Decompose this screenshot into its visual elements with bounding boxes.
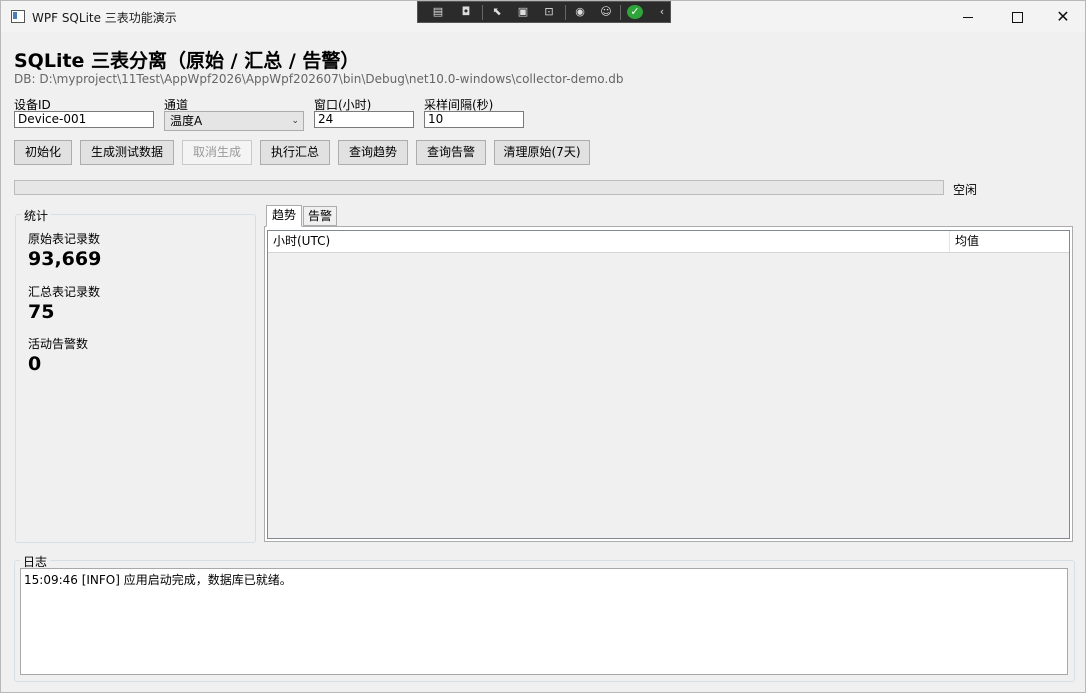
sample-interval-input[interactable]: 10 [424,111,524,128]
select-element-icon[interactable]: ⬉ [489,5,505,19]
query-trend-button[interactable]: 查询趋势 [338,140,408,165]
title-bar[interactable]: WPF SQLite 三表功能演示 ▤ ◘ ⬉ ▣ ⊡ ◉ ☺ ✓ ‹ ✕ [1,1,1085,32]
wpf-debug-toolbar: ▤ ◘ ⬉ ▣ ⊡ ◉ ☺ ✓ ‹ [417,1,671,23]
summary-count-value: 75 [28,301,55,323]
ok-check-icon[interactable]: ✓ [627,5,643,19]
maximize-icon [1011,12,1023,23]
accessibility-icon[interactable]: ☺ [598,5,614,19]
live-visual-tree-icon[interactable]: ▤ [430,5,446,19]
raw-count-label: 原始表记录数 [28,232,101,246]
raw-count-value: 93,669 [28,248,102,270]
channel-select[interactable]: 温度A ⌄ [164,111,304,131]
toolbar-separator [482,5,483,20]
summary-count-label: 汇总表记录数 [28,285,101,299]
maximize-button[interactable] [994,1,1040,32]
tab-trend[interactable]: 趋势 [266,205,302,227]
query-alarm-button[interactable]: 查询告警 [416,140,486,165]
toolbar-separator [565,5,566,20]
main-window: WPF SQLite 三表功能演示 ▤ ◘ ⬉ ▣ ⊡ ◉ ☺ ✓ ‹ ✕ SQ… [0,0,1086,693]
trend-data-grid[interactable]: 小时(UTC) 均值 [267,230,1070,539]
grid-header: 小时(UTC) 均值 [268,231,1069,253]
close-button[interactable]: ✕ [1040,1,1086,32]
close-icon: ✕ [1056,7,1070,26]
purge-raw-button[interactable]: 清理原始(7天) [494,140,590,165]
cancel-generate-button[interactable]: 取消生成 [182,140,252,165]
hot-reload-icon[interactable]: ◉ [572,5,588,19]
status-text: 空闲 [953,183,978,197]
generate-test-data-button[interactable]: 生成测试数据 [80,140,174,165]
alarm-count-label: 活动告警数 [28,337,89,351]
display-layout-adorners-icon[interactable]: ▣ [515,5,531,19]
window-title: WPF SQLite 三表功能演示 [32,11,177,25]
progress-bar [14,180,944,195]
track-focus-icon[interactable]: ⊡ [541,5,557,19]
camera-icon[interactable]: ◘ [458,5,474,19]
app-icon [11,10,25,23]
window-hours-input[interactable]: 24 [314,111,414,128]
trend-tab-panel: 小时(UTC) 均值 [264,226,1073,542]
page-title: SQLite 三表分离（原始 / 汇总 / 告警） [14,50,360,72]
chevron-down-icon: ⌄ [291,116,299,126]
toolbar-separator [620,5,621,20]
run-aggregate-button[interactable]: 执行汇总 [260,140,330,165]
column-header-hour[interactable]: 小时(UTC) [268,231,950,252]
alarm-count-value: 0 [28,353,42,375]
init-button[interactable]: 初始化 [14,140,72,165]
log-line: 15:09:46 [INFO] 应用启动完成，数据库已就绪。 [24,573,292,587]
minimize-icon [963,17,973,18]
log-textbox[interactable]: 15:09:46 [INFO] 应用启动完成，数据库已就绪。 [20,568,1068,675]
channel-select-value: 温度A [170,114,203,128]
collapse-chevron-icon[interactable]: ‹ [654,5,670,19]
column-header-average[interactable]: 均值 [950,231,1069,252]
db-path-text: DB: D:\myproject\11Test\AppWpf2026\AppWp… [14,72,624,86]
device-id-input[interactable]: Device-001 [14,111,154,128]
content-area: SQLite 三表分离（原始 / 汇总 / 告警） DB: D:\myproje… [1,32,1085,692]
stats-title: 统计 [21,207,52,224]
tab-alarm[interactable]: 告警 [303,206,337,226]
minimize-button[interactable] [945,1,991,32]
